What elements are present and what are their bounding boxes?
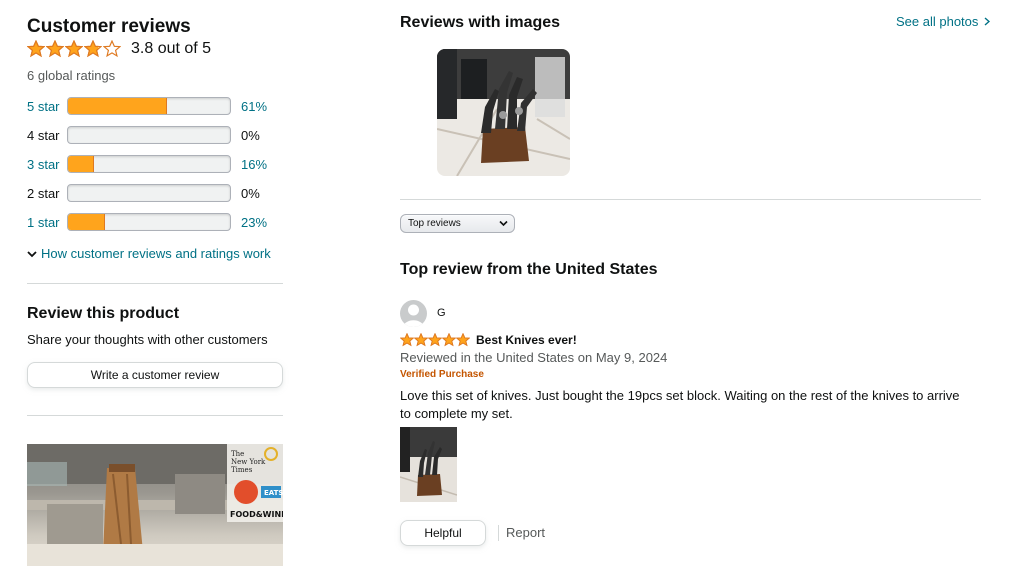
- press-logos: The New York Times EATS FOOD&WINE: [227, 444, 283, 522]
- review-body: Love this set of knives. Just bought the…: [400, 388, 960, 421]
- chevron-down-icon: [27, 250, 37, 257]
- review-product-subtitle: Share your thoughts with other customers: [27, 332, 268, 347]
- divider: [498, 525, 499, 541]
- histogram-bar[interactable]: [67, 155, 231, 173]
- histogram-bar: [67, 126, 231, 144]
- see-all-photos-label: See all photos: [896, 14, 979, 29]
- sort-selected-value: Top reviews: [408, 218, 461, 229]
- verified-purchase-badge: Verified Purchase: [400, 369, 484, 380]
- star-icon: [400, 333, 414, 347]
- star-icon: [84, 40, 102, 58]
- chevron-down-icon: [499, 220, 508, 227]
- review-attached-image[interactable]: [400, 427, 457, 502]
- how-reviews-work-label: How customer reviews and ratings work: [41, 246, 271, 261]
- reviewer-name[interactable]: G: [437, 307, 446, 319]
- see-all-photos-link[interactable]: See all photos: [896, 14, 991, 29]
- helpful-button[interactable]: Helpful: [400, 520, 486, 546]
- histogram-percent[interactable]: 61%: [241, 99, 271, 114]
- svg-text:New York: New York: [231, 458, 266, 466]
- histogram-percent[interactable]: 23%: [241, 215, 271, 230]
- svg-text:EATS: EATS: [264, 489, 283, 497]
- report-link[interactable]: Report: [506, 525, 545, 540]
- histogram-row[interactable]: 5 star 61%: [27, 97, 271, 115]
- histogram-bar[interactable]: [67, 97, 231, 115]
- divider: [27, 283, 283, 284]
- promo-video-thumbnail[interactable]: The New York Times EATS FOOD&WINE: [27, 444, 283, 566]
- knife-block-photo: [400, 427, 457, 502]
- star-icon: [456, 333, 470, 347]
- review-image-thumbnail[interactable]: [437, 49, 570, 176]
- histogram-bar[interactable]: [67, 213, 231, 231]
- histogram-star-label[interactable]: 1 star: [27, 215, 67, 230]
- histogram-bar-fill: [68, 98, 167, 114]
- review-product-title: Review this product: [27, 305, 180, 322]
- avatar-icon: [400, 300, 427, 327]
- histogram-row[interactable]: 3 star 16%: [27, 155, 271, 173]
- reviews-with-images-title: Reviews with images: [400, 14, 561, 31]
- rating-out-of: 3.8 out of 5: [131, 40, 212, 57]
- histogram-row[interactable]: 1 star 23%: [27, 213, 271, 231]
- histogram-percent: 0%: [241, 185, 260, 201]
- chevron-right-icon: [984, 17, 991, 26]
- divider: [400, 199, 981, 200]
- star-icon: [103, 40, 121, 58]
- review-rating-stars: [400, 333, 470, 347]
- star-icon: [442, 333, 456, 347]
- histogram-row: 4 star 0%: [27, 126, 271, 144]
- histogram-star-label[interactable]: 3 star: [27, 157, 67, 172]
- divider: [27, 415, 283, 416]
- rating-stars: [27, 40, 122, 58]
- customer-reviews-title: Customer reviews: [27, 16, 191, 37]
- knife-block-photo: [437, 49, 570, 176]
- histogram-bar-fill: [68, 214, 106, 230]
- write-review-button[interactable]: Write a customer review: [27, 362, 283, 388]
- how-reviews-work-link[interactable]: How customer reviews and ratings work: [27, 246, 271, 261]
- histogram-star-label: 4 star: [27, 127, 60, 143]
- global-ratings-count: 6 global ratings: [27, 68, 116, 83]
- histogram-percent[interactable]: 16%: [241, 157, 271, 172]
- star-icon: [428, 333, 442, 347]
- review-date: Reviewed in the United States on May 9, …: [400, 350, 668, 365]
- average-rating: 3.8 out of 5: [27, 40, 211, 58]
- histogram-star-label: 2 star: [27, 185, 60, 201]
- star-icon: [46, 40, 64, 58]
- histogram-bar: [67, 184, 231, 202]
- svg-text:Times: Times: [231, 466, 253, 474]
- star-icon: [414, 333, 428, 347]
- svg-text:FOOD&WINE: FOOD&WINE: [230, 510, 283, 519]
- star-icon: [27, 40, 45, 58]
- histogram-bar-fill: [68, 156, 94, 172]
- histogram-row: 2 star 0%: [27, 184, 271, 202]
- histogram-star-label[interactable]: 5 star: [27, 99, 67, 114]
- star-icon: [65, 40, 83, 58]
- sort-reviews-dropdown[interactable]: Top reviews: [400, 214, 515, 233]
- review-headline[interactable]: Best Knives ever!: [476, 333, 577, 347]
- histogram-percent: 0%: [241, 127, 260, 143]
- top-review-section-title: Top review from the United States: [400, 261, 658, 278]
- svg-text:The: The: [231, 450, 244, 458]
